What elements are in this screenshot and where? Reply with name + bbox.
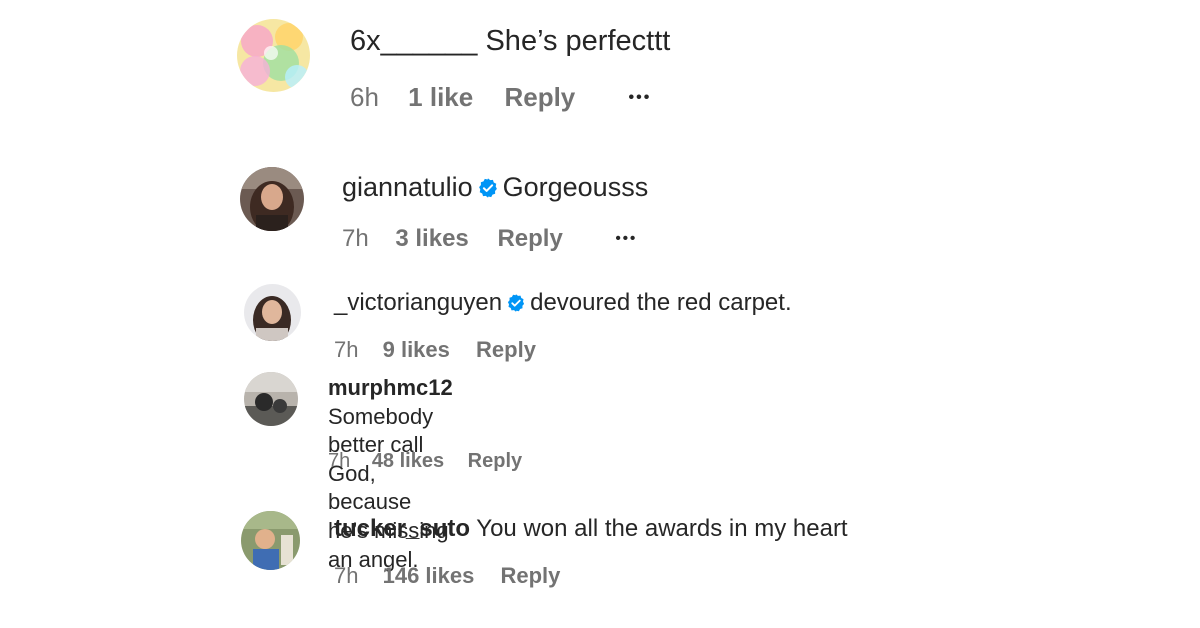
comment-likes[interactable]: 146 likes — [383, 563, 475, 588]
comment-timestamp[interactable]: 7h — [334, 337, 358, 362]
comment-timestamp[interactable]: 7h — [328, 450, 350, 473]
comment-username[interactable]: tucker_suto — [334, 515, 470, 542]
verified-badge-icon — [477, 175, 499, 206]
comment-username[interactable]: _victorianguyen — [334, 289, 502, 316]
reply-button[interactable]: Reply — [504, 82, 575, 113]
comment-likes[interactable]: 48 likes — [372, 450, 444, 473]
comment-meta: 7h 48 likes Reply — [328, 450, 522, 473]
reply-button[interactable]: Reply — [497, 225, 562, 253]
comment-body: giannatulio Gorgeousss — [342, 172, 648, 206]
comment-meta: 6h 1 like Reply ••• — [350, 82, 652, 113]
comment-likes[interactable]: 9 likes — [383, 337, 450, 362]
reply-button[interactable]: Reply — [476, 337, 536, 362]
comment-body: _victorianguyen devoured the red carpet. — [334, 289, 792, 320]
avatar[interactable] — [244, 284, 301, 341]
comment-timestamp[interactable]: 7h — [342, 225, 369, 253]
avatar-image — [241, 511, 300, 570]
comment-text: Gorgeousss — [502, 172, 649, 202]
avatar[interactable] — [237, 19, 310, 92]
more-options-icon[interactable]: ••• — [615, 230, 637, 247]
comment-text: She’s perfecttt — [485, 25, 671, 57]
comment-likes[interactable]: 1 like — [408, 82, 473, 113]
reply-button[interactable]: Reply — [500, 563, 560, 588]
comment-username[interactable]: giannatulio — [342, 172, 473, 202]
more-options-icon[interactable]: ••• — [629, 89, 652, 107]
avatar-image — [244, 372, 298, 426]
avatar-image — [244, 284, 301, 341]
avatar[interactable] — [241, 511, 300, 570]
avatar-image — [237, 19, 310, 92]
comment-body: tucker_suto You won all the awards in my… — [334, 515, 848, 543]
comment-body: 6x______ She’s perfecttt — [350, 25, 670, 58]
avatar-image — [240, 167, 304, 231]
comment-timestamp[interactable]: 6h — [350, 82, 379, 113]
reply-button[interactable]: Reply — [468, 450, 522, 473]
comment-meta: 7h 9 likes Reply — [334, 337, 536, 362]
comment-username[interactable]: 6x______ — [350, 25, 477, 57]
comment-meta: 7h 146 likes Reply — [334, 563, 560, 588]
avatar[interactable] — [240, 167, 304, 231]
comment-body: murphmc12 Somebody better call God, beca… — [328, 374, 453, 574]
comment-likes[interactable]: 3 likes — [395, 225, 468, 253]
comment-timestamp[interactable]: 7h — [334, 563, 358, 588]
comment-text: You won all the awards in my heart — [476, 515, 848, 542]
comment-username[interactable]: murphmc12 — [328, 375, 453, 400]
verified-badge-icon — [506, 292, 526, 320]
comment-text: devoured the red carpet. — [530, 289, 792, 316]
comment-meta: 7h 3 likes Reply ••• — [342, 225, 637, 253]
avatar[interactable] — [244, 372, 298, 426]
